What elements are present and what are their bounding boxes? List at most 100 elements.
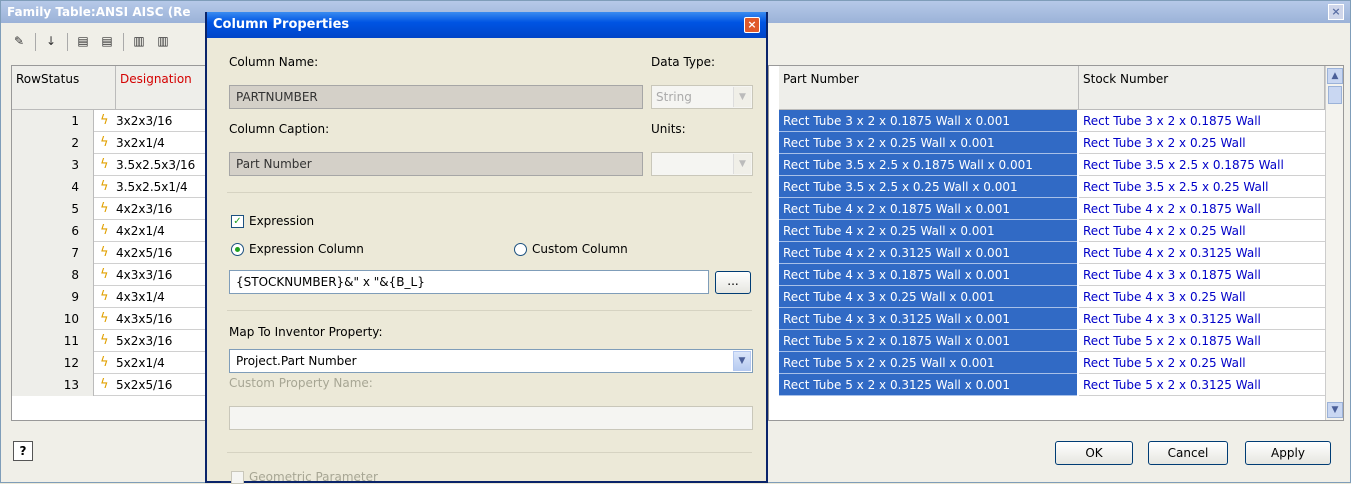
row-number[interactable]: 2 [12,132,94,154]
table-row[interactable]: 9 ϟ 4x3x1/4 [12,286,210,308]
row-number[interactable]: 7 [12,242,94,264]
expression-checkbox[interactable]: ✓ [231,215,244,228]
row-number[interactable]: 9 [12,286,94,308]
row-number[interactable]: 6 [12,220,94,242]
table-row[interactable]: Rect Tube 4 x 2 x 0.3125 Wall x 0.001 Rec… [769,242,1343,264]
table-row[interactable]: Rect Tube 4 x 3 x 0.3125 Wall x 0.001 Rec… [769,308,1343,330]
stock-number-cell[interactable]: Rect Tube 3 x 2 x 0.25 Wall [1079,132,1325,154]
close-icon[interactable]: × [1328,4,1344,20]
chevron-down-icon[interactable]: ▼ [733,351,751,371]
header-designation[interactable]: Designation [116,66,210,110]
row-number[interactable]: 11 [12,330,94,352]
table-row[interactable]: 12 ϟ 5x2x1/4 [12,352,210,374]
ok-button[interactable]: OK [1055,441,1133,465]
table-row[interactable]: Rect Tube 4 x 2 x 0.25 Wall x 0.001 Rect … [769,220,1343,242]
designation-cell[interactable]: 4x3x5/16 [116,308,172,330]
delete-column-icon[interactable]: ▥ [153,31,173,51]
stock-number-cell[interactable]: Rect Tube 4 x 3 x 0.1875 Wall [1079,264,1325,286]
delete-row-icon[interactable]: ▤ [97,31,117,51]
stock-number-cell[interactable]: Rect Tube 4 x 3 x 0.25 Wall [1079,286,1325,308]
table-row[interactable]: 7 ϟ 4x2x5/16 [12,242,210,264]
designation-cell[interactable]: 3.5x2.5x3/16 [116,154,195,176]
table-row[interactable]: Rect Tube 5 x 2 x 0.3125 Wall x 0.001 Rec… [769,374,1343,396]
table-row[interactable]: Rect Tube 5 x 2 x 0.25 Wall x 0.001 Rect … [769,352,1343,374]
part-number-cell[interactable]: Rect Tube 4 x 2 x 0.25 Wall x 0.001 [779,220,1077,242]
designation-cell[interactable]: 5x2x3/16 [116,330,172,352]
stock-number-cell[interactable]: Rect Tube 5 x 2 x 0.3125 Wall [1079,374,1325,396]
table-row[interactable]: Rect Tube 3 x 2 x 0.1875 Wall x 0.001 Rec… [769,110,1343,132]
header-row-status[interactable]: RowStatus [12,66,116,110]
table-row[interactable]: 4 ϟ 3.5x2.5x1/4 [12,176,210,198]
table-row[interactable]: Rect Tube 4 x 3 x 0.1875 Wall x 0.001 Rec… [769,264,1343,286]
stock-number-cell[interactable]: Rect Tube 5 x 2 x 0.25 Wall [1079,352,1325,374]
expression-column-radio[interactable] [231,243,244,256]
part-number-cell[interactable]: Rect Tube 4 x 3 x 0.25 Wall x 0.001 [779,286,1077,308]
table-row[interactable]: 6 ϟ 4x2x1/4 [12,220,210,242]
table-row[interactable]: 2 ϟ 3x2x1/4 [12,132,210,154]
row-number[interactable]: 8 [12,264,94,286]
designation-cell[interactable]: 3x2x3/16 [116,110,172,132]
edit-icon[interactable]: ✎ [9,31,29,51]
insert-row-icon[interactable]: ▤ [73,31,93,51]
part-number-cell[interactable]: Rect Tube 5 x 2 x 0.3125 Wall x 0.001 [779,374,1077,396]
table-row[interactable]: 10 ϟ 4x3x5/16 [12,308,210,330]
vertical-scrollbar[interactable]: ▲ ▼ [1325,66,1343,420]
designation-cell[interactable]: 4x2x3/16 [116,198,172,220]
part-number-cell[interactable]: Rect Tube 4 x 3 x 0.1875 Wall x 0.001 [779,264,1077,286]
table-row[interactable]: 8 ϟ 4x3x3/16 [12,264,210,286]
part-number-cell[interactable]: Rect Tube 4 x 2 x 0.1875 Wall x 0.001 [779,198,1077,220]
stock-number-cell[interactable]: Rect Tube 3 x 2 x 0.1875 Wall [1079,110,1325,132]
table-row[interactable]: Rect Tube 3.5 x 2.5 x 0.1875 Wall x 0.00… [769,154,1343,176]
table-row[interactable]: Rect Tube 4 x 3 x 0.25 Wall x 0.001 Rect … [769,286,1343,308]
table-row[interactable]: Rect Tube 4 x 2 x 0.1875 Wall x 0.001 Rec… [769,198,1343,220]
part-number-cell[interactable]: Rect Tube 5 x 2 x 0.1875 Wall x 0.001 [779,330,1077,352]
table-row[interactable]: 1 ϟ 3x2x3/16 [12,110,210,132]
row-number[interactable]: 5 [12,198,94,220]
row-number[interactable]: 13 [12,374,94,396]
insert-column-icon[interactable]: ▥ [129,31,149,51]
part-number-cell[interactable]: Rect Tube 3.5 x 2.5 x 0.1875 Wall x 0.00… [779,154,1077,176]
help-icon[interactable]: ? [13,441,33,461]
row-number[interactable]: 12 [12,352,94,374]
scroll-down-icon[interactable]: ▼ [1327,402,1343,418]
header-stock-number[interactable]: Stock Number [1079,66,1325,110]
sort-icon[interactable]: ↓ [41,31,61,51]
table-row[interactable]: 5 ϟ 4x2x3/16 [12,198,210,220]
part-number-cell[interactable]: Rect Tube 5 x 2 x 0.25 Wall x 0.001 [779,352,1077,374]
table-row[interactable]: Rect Tube 5 x 2 x 0.1875 Wall x 0.001 Rec… [769,330,1343,352]
row-number[interactable]: 10 [12,308,94,330]
designation-cell[interactable]: 5x2x1/4 [116,352,165,374]
part-number-cell[interactable]: Rect Tube 3 x 2 x 0.25 Wall x 0.001 [779,132,1077,154]
designation-cell[interactable]: 4x3x1/4 [116,286,165,308]
designation-cell[interactable]: 4x3x3/16 [116,264,172,286]
part-number-cell[interactable]: Rect Tube 3.5 x 2.5 x 0.25 Wall x 0.001 [779,176,1077,198]
stock-number-cell[interactable]: Rect Tube 5 x 2 x 0.1875 Wall [1079,330,1325,352]
scroll-thumb[interactable] [1328,86,1342,104]
table-row[interactable]: 11 ϟ 5x2x3/16 [12,330,210,352]
table-row[interactable]: 3 ϟ 3.5x2.5x3/16 [12,154,210,176]
part-number-cell[interactable]: Rect Tube 3 x 2 x 0.1875 Wall x 0.001 [779,110,1077,132]
stock-number-cell[interactable]: Rect Tube 4 x 2 x 0.3125 Wall [1079,242,1325,264]
designation-cell[interactable]: 4x2x5/16 [116,242,172,264]
table-row[interactable]: Rect Tube 3 x 2 x 0.25 Wall x 0.001 Rect … [769,132,1343,154]
apply-button[interactable]: Apply [1245,441,1331,465]
stock-number-cell[interactable]: Rect Tube 4 x 2 x 0.1875 Wall [1079,198,1325,220]
expression-input[interactable]: {STOCKNUMBER}&" x "&{B_L} [229,270,709,294]
stock-number-cell[interactable]: Rect Tube 4 x 2 x 0.25 Wall [1079,220,1325,242]
custom-column-radio[interactable] [514,243,527,256]
designation-cell[interactable]: 5x2x5/16 [116,374,172,396]
designation-cell[interactable]: 4x2x1/4 [116,220,165,242]
scroll-up-icon[interactable]: ▲ [1327,68,1343,84]
row-number[interactable]: 3 [12,154,94,176]
part-number-cell[interactable]: Rect Tube 4 x 2 x 0.3125 Wall x 0.001 [779,242,1077,264]
cancel-button[interactable]: Cancel [1148,441,1228,465]
designation-cell[interactable]: 3x2x1/4 [116,132,165,154]
stock-number-cell[interactable]: Rect Tube 3.5 x 2.5 x 0.25 Wall [1079,176,1325,198]
header-part-number[interactable]: Part Number [779,66,1079,110]
browse-button[interactable]: ... [715,271,751,294]
stock-number-cell[interactable]: Rect Tube 3.5 x 2.5 x 0.1875 Wall [1079,154,1325,176]
table-row[interactable]: Rect Tube 3.5 x 2.5 x 0.25 Wall x 0.001 R… [769,176,1343,198]
table-row[interactable]: 13 ϟ 5x2x5/16 [12,374,210,396]
row-number[interactable]: 4 [12,176,94,198]
part-number-cell[interactable]: Rect Tube 4 x 3 x 0.3125 Wall x 0.001 [779,308,1077,330]
